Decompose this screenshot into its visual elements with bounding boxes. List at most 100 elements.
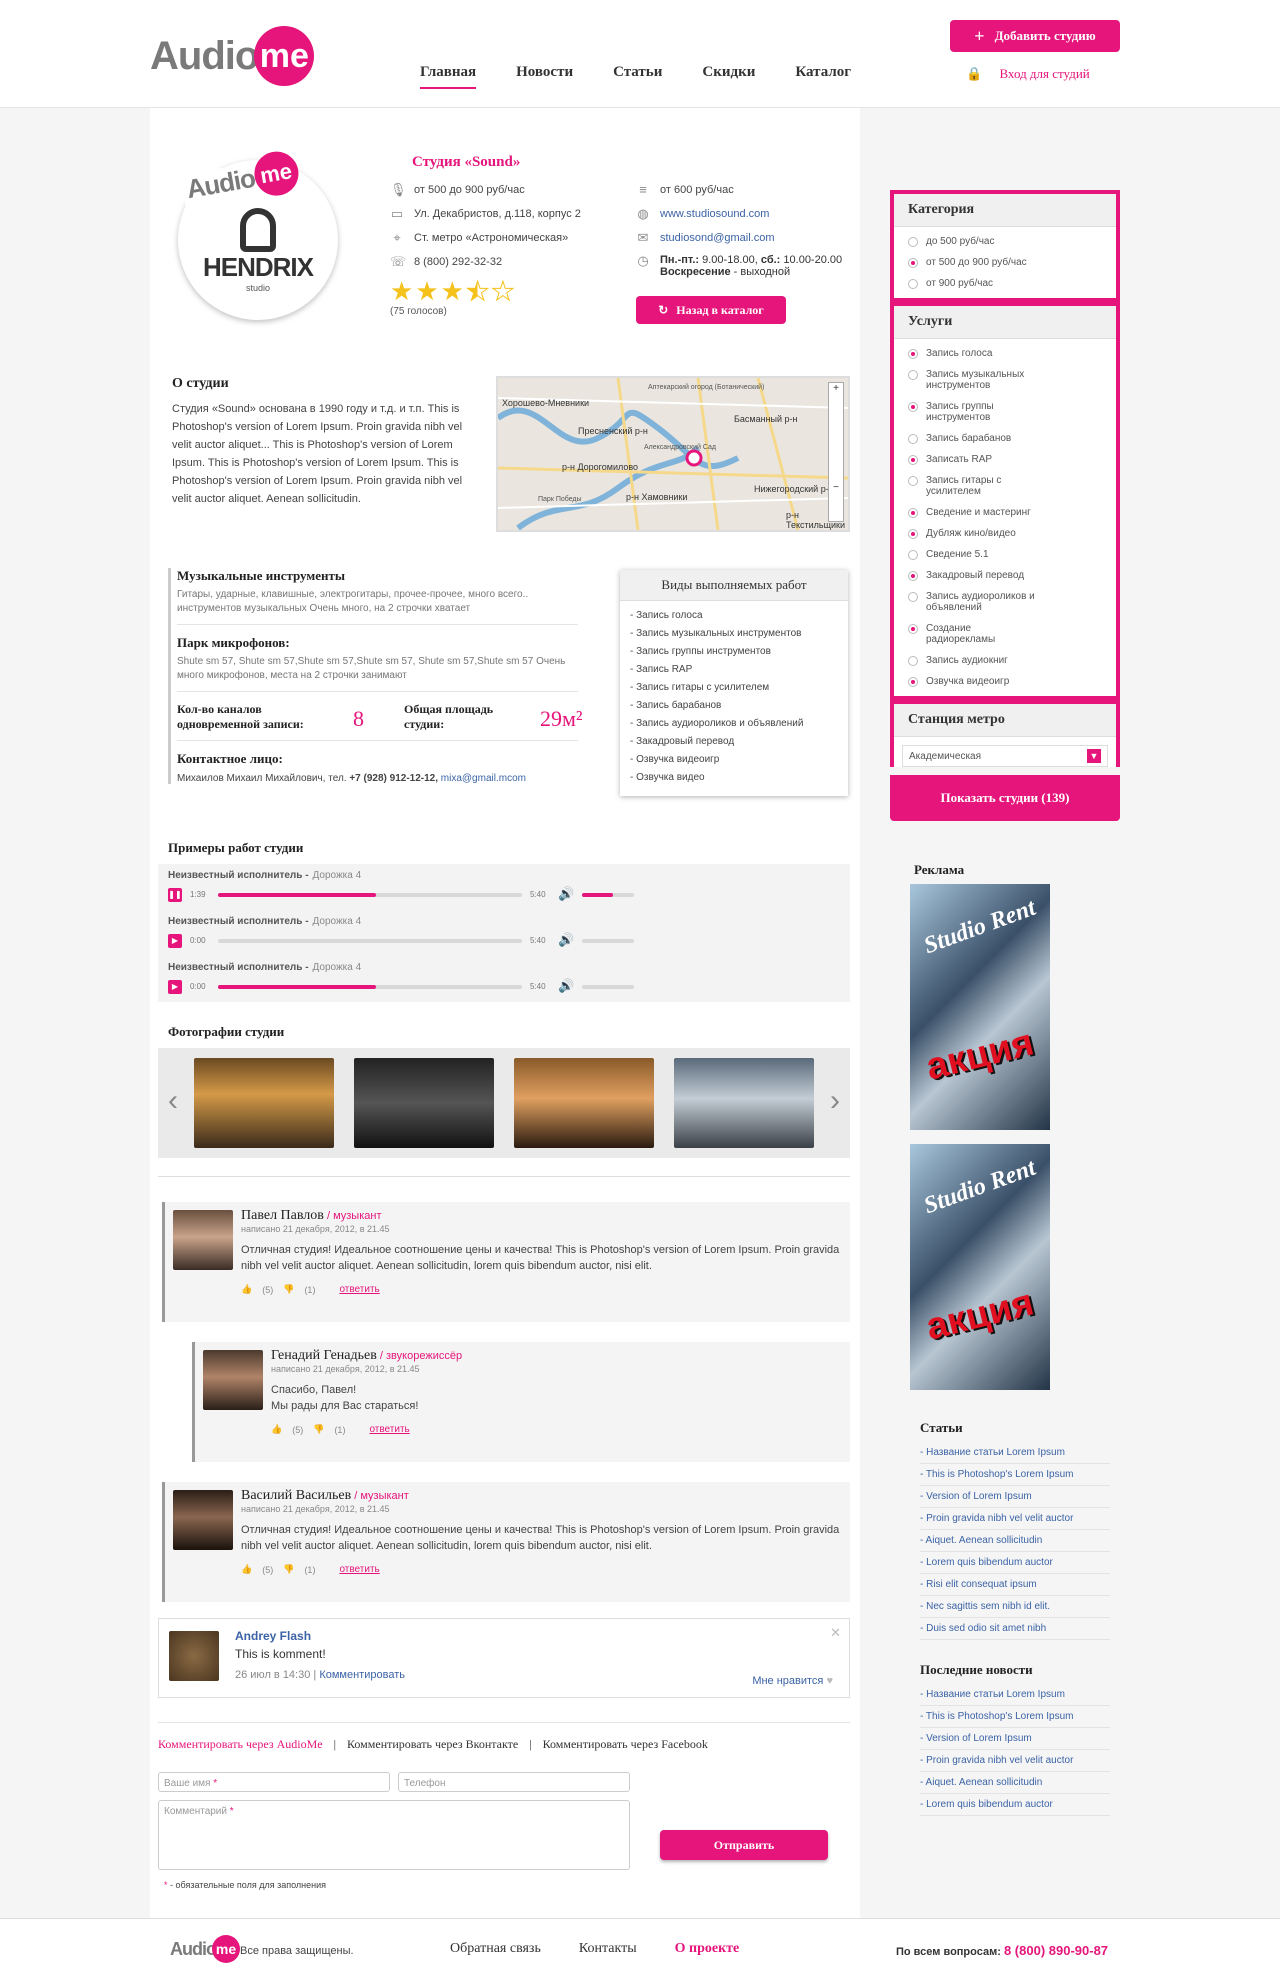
article-link[interactable]: - Название статьи Lorem Ipsum [920,1442,1110,1464]
audio-player: Неизвестный исполнитель - Дорожка 4 ❚❚ 1:39… [158,864,850,910]
service-option[interactable]: Запись аудиокниг [894,650,1116,671]
service-option[interactable]: Запись группы инструментов [894,396,1116,428]
reply-link[interactable]: ответить [339,1564,379,1575]
play-icon[interactable]: ▶ [168,934,182,948]
thumbs-up-icon[interactable]: 👍 [241,1564,252,1575]
star-icon: ★ [415,276,439,306]
submit-button[interactable]: Отправить [660,1830,828,1860]
service-option[interactable]: Записать RAP [894,449,1116,470]
article-link[interactable]: - Version of Lorem Ipsum [920,1486,1110,1508]
article-link[interactable]: - Aiquet. Aenean sollicitudin [920,1530,1110,1552]
star-icon: ★ [390,276,414,306]
thumbs-down-icon[interactable]: 👎 [283,1564,294,1575]
category-option[interactable]: от 500 до 900 руб/час [894,252,1116,273]
map-zoom-control[interactable]: + − [828,382,844,522]
news-link[interactable]: - Proin gravida nibh vel velit auctor [920,1750,1110,1772]
news-link[interactable]: - Lorem quis bibendum auctor [920,1794,1110,1816]
category-option[interactable]: от 900 руб/час [894,273,1116,294]
metro-select[interactable]: Академическая ▼ [902,745,1108,767]
service-option[interactable]: Создание радиорекламы [894,618,1116,650]
footer-contacts-link[interactable]: Контакты [579,1941,637,1957]
article-link[interactable]: - Proin gravida nibh vel velit auctor [920,1508,1110,1530]
nav-articles[interactable]: Статьи [613,64,662,81]
add-studio-button[interactable]: + Добавить студию [950,20,1120,52]
nav-home[interactable]: Главная [420,64,477,89]
studio-photo[interactable] [674,1058,814,1148]
footer-feedback-link[interactable]: Обратная связь [450,1941,541,1957]
tab-facebook[interactable]: Комментировать через Facebook [543,1737,708,1751]
service-option[interactable]: Сведение 5.1 [894,544,1116,565]
radio-icon [908,237,918,247]
article-link[interactable]: - This is Photoshop's Lorem Ipsum [920,1464,1110,1486]
studio-photo[interactable] [194,1058,334,1148]
nav-discounts[interactable]: Скидки [702,64,755,81]
close-icon[interactable]: ✕ [830,1625,841,1641]
comment: Павел Павлов / музыкант написано 21 дека… [162,1202,850,1322]
play-icon[interactable]: ▶ [168,980,182,994]
name-input[interactable]: Ваше имя * [158,1772,390,1792]
site-logo[interactable]: Audio me [150,26,315,86]
volume-track[interactable] [582,985,634,989]
back-to-catalog-button[interactable]: ↻ Назад в каталог [636,296,786,324]
article-link[interactable]: - Risi elit consequat ipsum [920,1574,1110,1596]
votes-count: (75 голосов) [390,306,447,317]
chevron-right-icon[interactable]: › [830,1084,840,1118]
studio-photo[interactable] [354,1058,494,1148]
footer-logo[interactable]: Audio me [170,1935,240,1963]
service-option[interactable]: Озвучка видеоигр [894,671,1116,692]
category-option[interactable]: до 500 руб/час [894,231,1116,252]
heart-icon: ♥ [826,1675,833,1687]
nav-catalog[interactable]: Каталог [795,64,851,81]
service-option[interactable]: Дубляж кино/видео [894,523,1116,544]
service-option[interactable]: Запись барабанов [894,428,1116,449]
thumbs-down-icon[interactable]: 👎 [283,1284,294,1295]
thumbs-up-icon[interactable]: 👍 [271,1424,282,1435]
article-link[interactable]: - Nec sagittis sem nibh id elit. [920,1596,1110,1618]
service-option[interactable]: Запись аудиороликов и объявлений [894,586,1116,618]
studio-login-link[interactable]: 🔒 Вход для студий [966,66,1090,82]
article-link[interactable]: - Lorem quis bibendum auctor [920,1552,1110,1574]
studio-photo[interactable] [514,1058,654,1148]
volume-icon[interactable]: 🔊 [558,978,574,994]
news-link[interactable]: - Название статьи Lorem Ipsum [920,1684,1110,1706]
chevron-left-icon[interactable]: ‹ [168,1084,178,1118]
show-studios-button[interactable]: Показать студии (139) [890,775,1120,821]
service-option[interactable]: Сведение и мастеринг [894,502,1116,523]
progress-track[interactable] [218,939,522,943]
service-option[interactable]: Запись музыкальных инструментов [894,364,1116,396]
reply-link[interactable]: ответить [339,1284,379,1295]
tab-vkontakte[interactable]: Комментировать через Вконтакте [347,1737,518,1751]
studio-rent-ad[interactable]: Studio Rent акция [910,1144,1050,1390]
news-link[interactable]: - Version of Lorem Ipsum [920,1728,1110,1750]
service-option[interactable]: Запись гитары с усилителем [894,470,1116,502]
service-option[interactable]: Закадровый перевод [894,565,1116,586]
thumbs-down-icon[interactable]: 👎 [313,1424,324,1435]
nav-news[interactable]: Новости [516,64,573,81]
volume-icon[interactable]: 🔊 [558,932,574,948]
phone-input[interactable]: Телефон [398,1772,630,1792]
comment-textarea[interactable]: Комментарий * [158,1800,630,1870]
news-link[interactable]: - Aiquet. Aenean sollicitudin [920,1772,1110,1794]
pause-icon[interactable]: ❚❚ [168,888,182,902]
news-link[interactable]: - This is Photoshop's Lorem Ipsum [920,1706,1110,1728]
article-link[interactable]: - Duis sed odio sit amet nibh [920,1618,1110,1640]
footer-about-link[interactable]: О проекте [675,1941,740,1957]
envelope-icon: ✉ [637,230,649,245]
volume-icon[interactable]: 🔊 [558,886,574,902]
service-option[interactable]: Запись голоса [894,343,1116,364]
reply-link[interactable]: ответить [369,1424,409,1435]
metro-panel: Станция метро Академическая ▼ [890,696,1120,767]
thumbs-up-icon[interactable]: 👍 [241,1284,252,1295]
tab-audiome[interactable]: Комментировать через AudioMe [158,1737,323,1751]
studio-rent-ad[interactable]: Studio Rent акция [910,884,1050,1130]
radio-icon [908,279,918,289]
avatar [173,1210,233,1270]
studio-map[interactable]: Хорошево-Мневники Аптекарский огород (Бо… [496,376,850,532]
works-box: Виды выполняемых работ - Запись голоса - … [620,570,848,796]
database-icon: ≡ [639,182,647,197]
volume-track[interactable] [582,939,634,943]
filter-panel: Категория до 500 руб/час от 500 до 900 ру… [890,190,1120,298]
radio-icon [908,592,918,602]
main-content: HENDRIX studio Audio me Студия «Sound» 🎙… [150,108,860,1918]
works-item: - Запись RAP [630,664,693,675]
